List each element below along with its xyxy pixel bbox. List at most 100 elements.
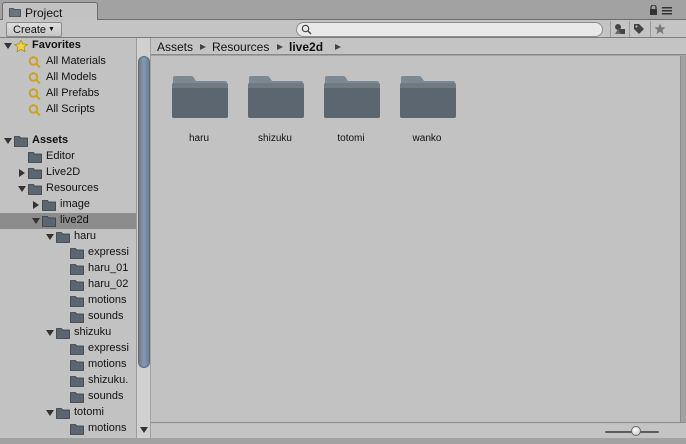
tree-item-haru-motions[interactable]: motions (0, 293, 136, 309)
tree-label-assets: Assets (32, 134, 69, 146)
folder-icon (28, 152, 42, 163)
filter-by-type-button[interactable] (610, 21, 628, 37)
tree-label: shizuku (74, 326, 112, 338)
tree-item-image[interactable]: image (0, 197, 136, 213)
tree-label: haru (74, 230, 97, 242)
tree-item-totomi-motions[interactable]: motions (0, 421, 136, 437)
panel-edge (680, 56, 686, 422)
expand-arrow-icon[interactable] (46, 233, 54, 241)
tree-item-assets[interactable]: Assets (0, 133, 136, 149)
large-folder-icon (172, 76, 228, 118)
breadcrumb-resources[interactable]: Resources (212, 40, 269, 54)
tree-item-shizuku-expressions[interactable]: expressi (0, 341, 136, 357)
tree-item-all-materials[interactable]: All Materials (0, 54, 136, 70)
folder-icon (42, 200, 56, 211)
tree-item-editor[interactable]: Editor (0, 149, 136, 165)
expand-arrow-icon[interactable] (32, 217, 40, 225)
create-button[interactable]: Create ▼ (6, 22, 62, 37)
folder-tile-totomi[interactable]: totomi (319, 74, 383, 148)
lock-icon[interactable] (649, 5, 658, 15)
tree-item-shizuku[interactable]: shizuku (0, 325, 136, 341)
folder-icon (70, 360, 84, 371)
tree-item-live2d-selected[interactable]: live2d (0, 213, 136, 229)
tree-item-haru-sounds[interactable]: sounds (0, 309, 136, 325)
folder-icon (56, 328, 70, 339)
tree-item-all-scripts[interactable]: All Scripts (0, 102, 136, 118)
tree-item-totomi[interactable]: totomi (0, 405, 136, 421)
saved-search-icon (28, 104, 41, 116)
tree-item-shizuku-model[interactable]: shizuku. (0, 373, 136, 389)
tree-label: live2d (60, 214, 89, 226)
tree-item-favorites[interactable]: Favorites (0, 38, 136, 54)
tab-strip: Project (0, 0, 686, 21)
tree-item-haru-02[interactable]: haru_02 (0, 277, 136, 293)
breadcrumb-live2d[interactable]: live2d (289, 40, 323, 54)
large-folder-icon (400, 76, 456, 118)
tree-label: All Models (46, 71, 97, 83)
zoom-slider-thumb[interactable] (631, 426, 641, 436)
tree-item-all-models[interactable]: All Models (0, 70, 136, 86)
expand-arrow-icon[interactable] (46, 409, 54, 417)
tree-label: Editor (46, 150, 75, 162)
folder-icon (28, 168, 42, 179)
tree-item-haru[interactable]: haru (0, 229, 136, 245)
expand-arrow-icon[interactable] (46, 329, 54, 337)
folder-icon (70, 376, 84, 387)
folder-icon (70, 312, 84, 323)
tree-label: totomi (74, 406, 104, 418)
tree-label: All Prefabs (46, 87, 100, 99)
tree-label-favorites: Favorites (32, 39, 81, 51)
breadcrumb-arrow-icon (277, 44, 283, 50)
tree-item-haru-01[interactable]: haru_01 (0, 261, 136, 277)
tree-label: Live2D (46, 166, 81, 178)
folder-tile-shizuku[interactable]: shizuku (243, 74, 307, 148)
folder-tile-wanko[interactable]: wanko (395, 74, 459, 148)
window-footer (0, 438, 686, 444)
breadcrumb-assets[interactable]: Assets (157, 40, 193, 54)
collapse-arrow-icon[interactable] (18, 169, 26, 177)
tree-scrollbar[interactable] (136, 38, 150, 438)
tree-label: motions (88, 358, 127, 370)
folder-icon (9, 8, 21, 17)
favorite-button[interactable] (650, 21, 668, 37)
tree-item-resources[interactable]: Resources (0, 181, 136, 197)
star-icon (14, 40, 28, 52)
folder-icon (28, 184, 42, 195)
tree-label: motions (88, 422, 127, 434)
large-folder-icon (248, 76, 304, 118)
expand-arrow-icon[interactable] (4, 42, 12, 50)
tree-label: shizuku. (88, 374, 129, 386)
folder-icon (70, 280, 84, 291)
filter-by-label-button[interactable] (629, 21, 647, 37)
tree-label: sounds (88, 390, 124, 402)
folder-name: shizuku (258, 133, 292, 144)
search-box[interactable] (296, 22, 603, 37)
folder-tile-haru[interactable]: haru (167, 74, 231, 148)
breadcrumb-arrow-icon (200, 44, 206, 50)
expand-arrow-icon[interactable] (18, 185, 26, 193)
tree-label: motions (88, 294, 127, 306)
folder-icon (70, 248, 84, 259)
tree-label: Resources (46, 182, 99, 194)
scrollbar-thumb[interactable] (138, 56, 150, 368)
tree-label: haru_01 (88, 262, 129, 274)
search-input[interactable] (315, 23, 595, 36)
folder-icon (70, 264, 84, 275)
tree-item-live2d-folder[interactable]: Live2D (0, 165, 136, 181)
menu-icon[interactable] (662, 7, 672, 15)
tree-item-shizuku-motions[interactable]: motions (0, 357, 136, 373)
expand-arrow-icon[interactable] (4, 137, 12, 145)
tab-project[interactable]: Project (2, 2, 98, 21)
tree-label: haru_02 (88, 278, 129, 290)
saved-search-icon (28, 72, 41, 84)
tree-label: All Materials (46, 55, 106, 67)
tree-item-shizuku-sounds[interactable]: sounds (0, 389, 136, 405)
saved-search-icon (28, 88, 41, 100)
folder-name: haru (188, 133, 209, 144)
tree-item-all-prefabs[interactable]: All Prefabs (0, 86, 136, 102)
tree-label: All Scripts (46, 103, 95, 115)
collapse-arrow-icon[interactable] (32, 201, 40, 209)
tree-item-haru-expressions[interactable]: expressi (0, 245, 136, 261)
scroll-down-arrow-icon[interactable] (139, 426, 149, 434)
tree-label: expressi (88, 342, 129, 354)
